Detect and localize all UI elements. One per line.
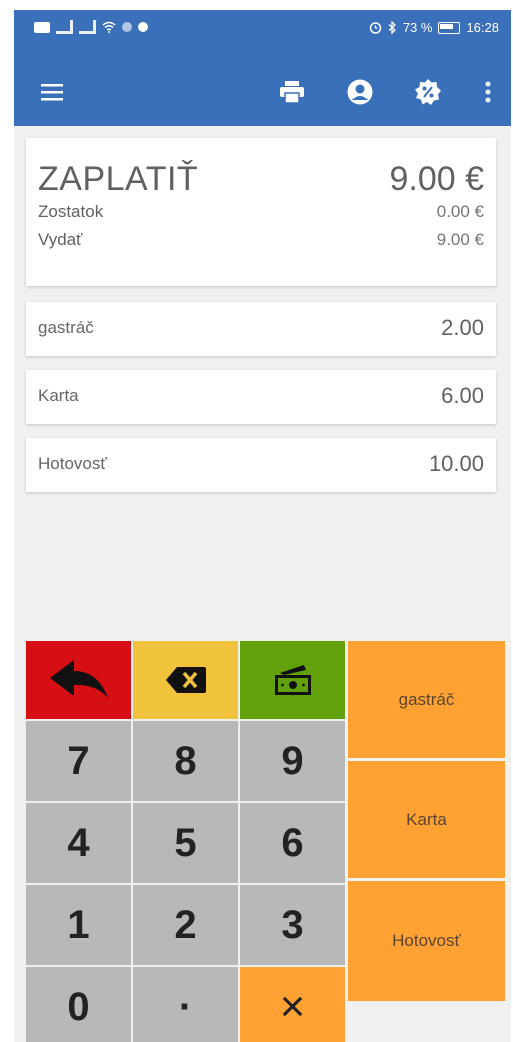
account-button[interactable] [342, 74, 378, 110]
menu-icon [41, 84, 63, 101]
backspace-key[interactable] [133, 641, 238, 719]
cash-register-icon [274, 665, 311, 695]
pay-total: 9.00 € [389, 160, 484, 198]
key-0[interactable]: 0 [26, 967, 131, 1042]
payment-amount: 6.00 [441, 383, 484, 408]
payment-amount: 2.00 [441, 315, 484, 340]
cash-key[interactable] [240, 641, 345, 719]
remaining-value: 0.00 € [436, 202, 484, 221]
method-key-karta[interactable]: Karta [348, 761, 505, 878]
battery-percent: 73 % [402, 20, 433, 35]
key-2[interactable]: 2 [133, 885, 238, 965]
account-icon [347, 79, 373, 105]
discount-button[interactable] [410, 74, 446, 110]
payment-row-karta[interactable]: Karta 6.00 [26, 370, 496, 424]
pay-title: ZAPLATIŤ [38, 160, 199, 198]
bluetooth-icon [388, 21, 396, 34]
key-4[interactable]: 4 [26, 803, 131, 883]
printer-icon [280, 81, 304, 103]
remaining-label: Zostatok [38, 202, 104, 221]
key-3[interactable]: 3 [240, 885, 345, 965]
discount-icon [415, 79, 441, 105]
status-bar: 73 % 16:28 [14, 10, 511, 48]
status-right: 73 % 16:28 [369, 20, 499, 35]
undo-key[interactable] [26, 641, 131, 719]
app-screen: 73 % 16:28 ZAPLATIŤ 9.00 € Zostatok 0.00… [14, 10, 511, 1042]
app-bar: 73 % 16:28 [14, 10, 511, 126]
payment-row-gastrac[interactable]: gastráč 2.00 [26, 302, 496, 356]
undo-arrow-icon [49, 660, 108, 698]
clock: 16:28 [466, 20, 499, 35]
key-decimal[interactable]: · [133, 967, 238, 1042]
messenger-icon [138, 22, 148, 32]
backspace-icon [165, 667, 206, 693]
sync-icon [122, 22, 132, 32]
key-6[interactable]: 6 [240, 803, 345, 883]
payment-row-hotovost[interactable]: Hotovosť 10.00 [26, 438, 496, 492]
menu-button[interactable] [34, 74, 70, 110]
payment-summary-card: ZAPLATIŤ 9.00 € Zostatok 0.00 € Vydať 9.… [26, 138, 496, 286]
print-button[interactable] [274, 74, 310, 110]
volte-icon [34, 21, 50, 33]
payment-label: Karta [38, 386, 79, 405]
battery-icon [438, 21, 461, 34]
signal-icon [56, 20, 73, 34]
payment-label: gastráč [38, 318, 94, 337]
clear-key[interactable]: × [240, 967, 345, 1042]
method-key-hotovost[interactable]: Hotovosť [348, 881, 505, 1001]
method-key-gastrac[interactable]: gastráč [348, 641, 505, 758]
key-8[interactable]: 8 [133, 721, 238, 801]
more-vert-icon [485, 81, 491, 103]
status-left [34, 20, 148, 34]
more-button[interactable] [470, 74, 506, 110]
key-7[interactable]: 7 [26, 721, 131, 801]
key-5[interactable]: 5 [133, 803, 238, 883]
change-value: 9.00 € [436, 230, 484, 249]
key-1[interactable]: 1 [26, 885, 131, 965]
alarm-icon [369, 22, 382, 34]
change-label: Vydať [38, 230, 83, 249]
key-9[interactable]: 9 [240, 721, 345, 801]
signal-2-icon [79, 20, 96, 34]
payment-label: Hotovosť [38, 454, 107, 473]
payment-amount: 10.00 [428, 451, 484, 476]
wifi-icon [102, 21, 116, 33]
